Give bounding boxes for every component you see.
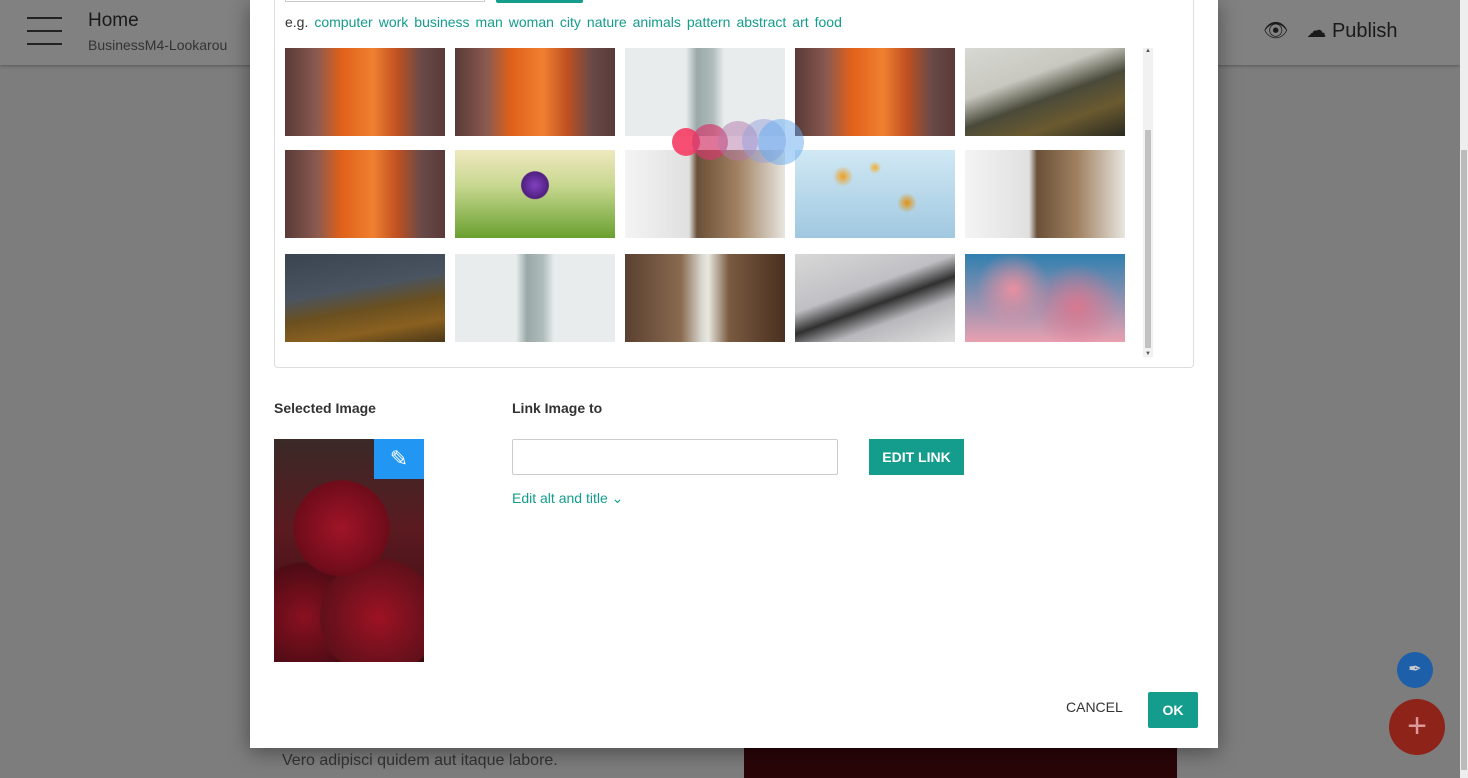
tag-link[interactable]: work [379, 14, 409, 30]
brush-icon: ✒ [1408, 661, 1422, 678]
thumbnail-phone-in-hand[interactable] [455, 150, 615, 238]
background-text: Vero adipisci quidem aut itaque labore. [282, 752, 558, 769]
cloud-upload-icon: ☁ [1306, 20, 1327, 42]
thumbnail-canyon[interactable] [285, 150, 445, 238]
page-title: Home [88, 10, 139, 31]
project-name: BusinessM4-Lookarou [88, 37, 228, 53]
eye-icon[interactable]: 👁 [1263, 18, 1288, 43]
thumbnail-forest-mountain[interactable] [285, 254, 445, 342]
link-input[interactable] [512, 439, 838, 475]
ok-button[interactable]: OK [1148, 692, 1198, 728]
thumbnail-canyon[interactable] [795, 48, 955, 136]
tag-link[interactable]: woman [509, 14, 554, 30]
tags-prefix: e.g. [285, 14, 309, 30]
thumbnail-skyscraper-fog[interactable] [455, 254, 615, 342]
background-image [744, 748, 1177, 778]
thumbnail-waterfall[interactable] [625, 254, 785, 342]
tag-link[interactable]: nature [587, 14, 627, 30]
thumbnail-misty-mountain[interactable] [965, 48, 1125, 136]
thumbnail-cherry-blossom[interactable] [965, 254, 1125, 342]
edit-image-button[interactable]: ✎ [374, 439, 424, 479]
pencil-icon: ✎ [389, 446, 409, 471]
edit-link-button[interactable]: EDIT LINK [869, 439, 964, 475]
tag-link[interactable]: food [815, 14, 842, 30]
thumbnail-canyon[interactable] [285, 48, 445, 136]
chevron-down-icon: ⌄ [611, 490, 624, 506]
edit-alt-toggle[interactable]: Edit alt and title ⌄ [512, 490, 623, 507]
add-button[interactable]: + [1389, 699, 1445, 755]
selected-image-label: Selected Image [274, 400, 376, 416]
thumbnail-canyon[interactable] [455, 48, 615, 136]
tag-suggestions: e.g. computer work business man woman city natu… [285, 14, 842, 30]
menu-icon[interactable] [27, 17, 62, 56]
tag-link[interactable]: business [414, 14, 469, 30]
tag-link[interactable]: art [792, 14, 808, 30]
thumbnail-laptop-phone[interactable] [795, 254, 955, 342]
cancel-button[interactable]: CANCEL [1066, 699, 1123, 715]
link-image-label: Link Image to [512, 400, 603, 416]
tag-link[interactable]: pattern [687, 14, 731, 30]
tag-link[interactable]: animals [633, 14, 681, 30]
image-dialog: e.g. computer work business man woman city natu… [250, 0, 1218, 748]
tag-link[interactable]: man [476, 14, 503, 30]
publish-button[interactable]: ☁ Publish [1306, 18, 1397, 43]
page-scrollbar[interactable] [1460, 0, 1468, 778]
tag-link[interactable]: computer [314, 14, 372, 30]
tag-link[interactable]: city [560, 14, 581, 30]
tag-link[interactable]: abstract [736, 14, 786, 30]
loading-indicator [672, 119, 812, 165]
thumbnail-yellow-flowers[interactable] [795, 150, 955, 238]
grid-scrollbar[interactable]: ▲ ▼ [1143, 48, 1153, 357]
edit-alt-label: Edit alt and title [512, 490, 608, 506]
thumbnail-window-room[interactable] [965, 150, 1125, 238]
plus-icon: + [1407, 707, 1427, 745]
publish-label: Publish [1331, 20, 1398, 42]
brush-button[interactable]: ✒ [1397, 652, 1433, 688]
